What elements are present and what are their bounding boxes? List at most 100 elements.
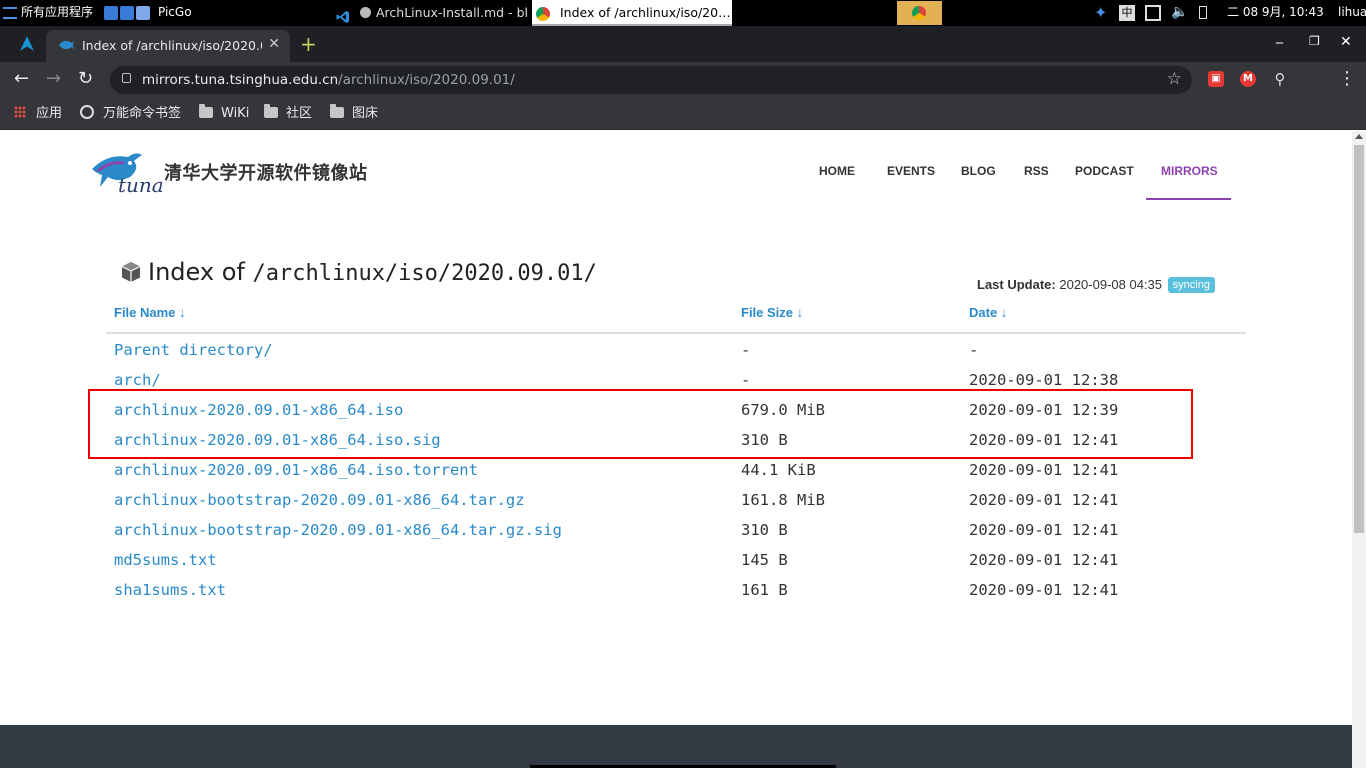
battery-icon[interactable] (1199, 0, 1207, 26)
browser-toolbar: ← → ↻ mirrors.tuna.tsinghua.edu.cn/archl… (0, 62, 1366, 98)
scroll-up-icon[interactable] (1355, 134, 1363, 139)
file-size: 161.8 MiB (741, 491, 825, 509)
apps-menu-button[interactable]: 所有应用程序 (0, 0, 104, 26)
globe-icon (80, 105, 94, 119)
column-header-size[interactable]: File Size ↓ (741, 305, 803, 320)
close-window-icon[interactable]: ✕ (1340, 34, 1352, 50)
file-size: 44.1 KiB (741, 461, 816, 479)
last-update: Last Update: 2020-09-08 04:35 syncing (977, 277, 1215, 293)
arch-logo-icon[interactable] (20, 36, 34, 55)
file-link[interactable]: sha1sums.txt (114, 575, 226, 605)
nav-home[interactable]: HOME (819, 164, 855, 178)
feather-icon[interactable]: ✦ (1094, 0, 1107, 26)
file-size: 310 B (741, 521, 788, 539)
last-update-label: Last Update: (977, 277, 1056, 292)
bookmarks-bar: 应用 万能命令书签 WiKi 社区 图床 (0, 98, 1366, 130)
back-arrow-icon[interactable]: ← (14, 68, 29, 90)
table-row: sha1sums.txt 161 B 2020-09-01 12:41 (0, 575, 1352, 605)
minimize-icon[interactable]: _ (1276, 28, 1283, 44)
status-badge: syncing (1167, 277, 1215, 293)
tab-title: Index of /archlinux/iso/2020.0 (82, 38, 262, 53)
file-size: 161 B (741, 581, 788, 599)
bookmark-label: WiKi (221, 106, 250, 121)
file-date: 2020-09-01 12:41 (969, 461, 1119, 479)
volume-icon[interactable]: 🔈 (1171, 0, 1188, 26)
url-path: /archlinux/iso/2020.09.01/ (338, 72, 515, 88)
file-link[interactable]: archlinux-2020.09.01-x86_64.iso.torrent (114, 455, 478, 485)
lock-icon (122, 73, 131, 83)
table-row: archlinux-2020.09.01-x86_64.iso.torrent … (0, 455, 1352, 485)
file-link[interactable]: md5sums.txt (114, 545, 217, 575)
close-icon[interactable]: ✕ (268, 36, 280, 52)
site-brand[interactable]: 清华大学开源软件镜像站 (164, 159, 368, 185)
menu-icon (3, 6, 17, 19)
chrome-tray-button[interactable] (897, 1, 942, 25)
table-row: archlinux-bootstrap-2020.09.01-x86_64.ta… (0, 515, 1352, 545)
file-date: - (969, 341, 979, 359)
reload-icon[interactable]: ↻ (78, 68, 93, 90)
more-menu-icon[interactable]: ⋮ (1338, 68, 1356, 90)
task-chrome[interactable]: Index of /archlinux/iso/20… (532, 0, 732, 26)
bookmark-imagebed[interactable]: 图床 (330, 104, 378, 124)
tuna-logo[interactable]: tuna (90, 147, 164, 199)
bookmark-apps[interactable]: 应用 (14, 104, 62, 124)
vertical-scrollbar[interactable] (1352, 131, 1366, 768)
bookmark-commands[interactable]: 万能命令书签 (80, 104, 181, 124)
forward-arrow-icon[interactable]: → (46, 68, 61, 90)
tab-active[interactable]: Index of /archlinux/iso/2020.0 ✕ (46, 30, 290, 62)
file-date: 2020-09-01 12:41 (969, 491, 1119, 509)
title-prefix: Index of (148, 258, 245, 286)
chrome-icon (536, 6, 550, 21)
bookmark-community[interactable]: 社区 (264, 104, 312, 124)
scrollbar-thumb[interactable] (1354, 145, 1364, 533)
column-header-name[interactable]: File Name ↓ (114, 305, 186, 320)
table-row: Parent directory/ - - (0, 335, 1352, 365)
fish-favicon-icon (58, 38, 74, 55)
extension-red-icon[interactable]: ▣ (1208, 71, 1224, 87)
table-row: md5sums.txt 145 B 2020-09-01 12:41 (0, 545, 1352, 575)
file-link[interactable]: archlinux-bootstrap-2020.09.01-x86_64.ta… (114, 485, 525, 515)
file-link[interactable]: Parent directory/ (114, 335, 273, 365)
extensions-puzzle-icon[interactable]: ⚲ (1272, 71, 1288, 87)
apps-grid-icon (14, 106, 26, 118)
nav-blog[interactable]: BLOG (961, 164, 996, 178)
apps-menu-label: 所有应用程序 (21, 5, 94, 19)
column-header-date[interactable]: Date ↓ (969, 305, 1007, 320)
extension-m-icon[interactable]: M (1240, 71, 1256, 87)
picgo-label: PicGo (158, 5, 192, 19)
nav-mirrors[interactable]: MIRRORS (1161, 164, 1218, 178)
cube-icon (120, 261, 142, 283)
bookmark-label: 社区 (286, 106, 313, 121)
input-method-icon[interactable]: 中 (1119, 0, 1135, 26)
last-update-value: 2020-09-08 04:35 (1059, 277, 1163, 292)
file-date: 2020-09-01 12:41 (969, 521, 1119, 539)
page-title: Index of /archlinux/iso/2020.09.01/ (120, 258, 597, 286)
file-date: 2020-09-01 12:41 (969, 551, 1119, 569)
nav-rss[interactable]: RSS (1024, 164, 1049, 178)
bookmark-label: 万能命令书签 (103, 106, 182, 121)
picgo-launcher[interactable]: PicGo (136, 0, 226, 26)
url-text[interactable]: mirrors.tuna.tsinghua.edu.cn/archlinux/i… (142, 72, 515, 88)
nav-podcast[interactable]: PODCAST (1075, 164, 1134, 178)
new-tab-icon[interactable]: + (300, 34, 317, 54)
bookmark-wiki[interactable]: WiKi (199, 104, 249, 124)
clock[interactable]: 二 08 9月, 10:43 (1227, 0, 1324, 26)
table-divider (106, 332, 1246, 334)
maximize-icon[interactable]: ❐ (1309, 34, 1320, 48)
folder-icon (199, 104, 213, 118)
active-nav-indicator (1146, 198, 1231, 200)
page-footer (0, 725, 1352, 768)
task-chrome-label: Index of /archlinux/iso/20… (560, 5, 731, 20)
launcher-icon[interactable] (104, 0, 118, 26)
nav-events[interactable]: EVENTS (887, 164, 935, 178)
user-name[interactable]: lihua (1338, 0, 1366, 26)
clipboard-icon[interactable] (1145, 0, 1161, 26)
bookmark-star-icon[interactable]: ☆ (1167, 69, 1182, 89)
status-dot-icon (360, 7, 371, 18)
task-vscode-label: ArchLinux-Install.md - bl… (376, 5, 528, 20)
file-link[interactable]: archlinux-bootstrap-2020.09.01-x86_64.ta… (114, 515, 562, 545)
launcher-icon[interactable] (120, 0, 134, 26)
address-bar[interactable]: mirrors.tuna.tsinghua.edu.cn/archlinux/i… (110, 66, 1192, 94)
task-vscode[interactable]: ArchLinux-Install.md - bl… (334, 0, 528, 26)
table-row: archlinux-bootstrap-2020.09.01-x86_64.ta… (0, 485, 1352, 515)
